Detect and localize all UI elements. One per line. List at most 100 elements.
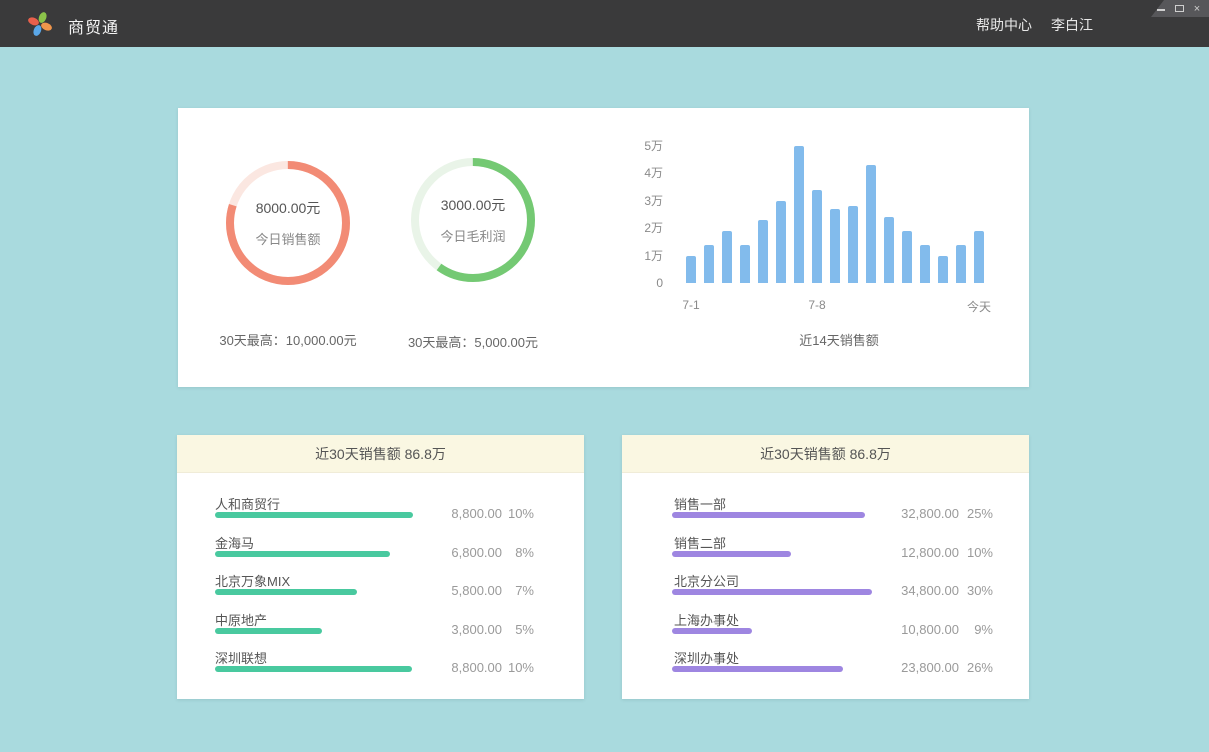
- rank-item-name: 上海办事处: [674, 610, 739, 629]
- rank-row: 深圳办事处 23,800.0026%: [622, 647, 1029, 686]
- bar: [686, 256, 696, 284]
- maximize-button[interactable]: [1174, 4, 1184, 14]
- rank-item-percent: 9%: [953, 622, 993, 637]
- sales-bar-chart: 0 1万 2万 3万 4万 5万 7-1 7-8 今天 近14天销售额: [623, 108, 1013, 368]
- bar: [722, 231, 732, 283]
- y-axis-tick: 2万: [623, 221, 663, 235]
- dept-rank-card: 近30天销售额 86.8万 销售一部 32,800.0025% 销售二部12,800…: [622, 435, 1029, 699]
- minimize-button[interactable]: [1156, 4, 1166, 14]
- rank-item-name: 销售一部: [674, 494, 726, 513]
- overview-card: 8000.00元 今日销售额 30天最高：10,000.00元 3000.00元…: [178, 108, 1029, 387]
- help-center-link[interactable]: 帮助中心: [976, 15, 1032, 35]
- rank-row: 北京万象MIX 5,800.007%: [177, 570, 584, 609]
- rank-card-header: 近30天销售额 86.8万: [622, 435, 1029, 473]
- username-menu[interactable]: 李白江: [1051, 15, 1093, 35]
- rank-card-header: 近30天销售额 86.8万: [177, 435, 584, 473]
- bar: [884, 217, 894, 283]
- y-axis-tick: 1万: [623, 249, 663, 263]
- rank-item-name: 深圳办事处: [674, 648, 739, 667]
- rank-row: 深圳联想 8,800.0010%: [177, 647, 584, 686]
- rank-item-name: 中原地产: [215, 610, 267, 629]
- y-axis-tick: 3万: [623, 194, 663, 208]
- x-axis-label: 今天: [967, 298, 991, 315]
- rank-item-value: 6,800.00: [412, 545, 502, 560]
- rank-item-name: 人和商贸行: [215, 494, 280, 513]
- profit-30d-max: 30天最高：5,000.00元: [363, 332, 583, 351]
- rank-item-percent: 30%: [953, 583, 993, 598]
- rank-item-percent: 8%: [498, 545, 534, 560]
- today-profit-value: 3000.00元: [441, 195, 506, 215]
- rank-item-bar: [215, 666, 412, 672]
- bar: [902, 231, 912, 283]
- bar: [776, 201, 786, 284]
- titlebar: 商贸通 帮助中心 李白江 ×: [0, 0, 1209, 47]
- y-axis-tick: 5万: [623, 139, 663, 153]
- today-sales-value: 8000.00元: [256, 198, 321, 218]
- rank-row: 销售一部 32,800.0025%: [622, 493, 1029, 532]
- rank-item-percent: 25%: [953, 506, 993, 521]
- rank-item-bar: [672, 666, 843, 672]
- rank-item-bar: [215, 512, 413, 518]
- rank-item-name: 深圳联想: [215, 648, 267, 667]
- top-navigation: 帮助中心 李白江: [976, 15, 1093, 35]
- rank-item-value: 8,800.00: [412, 506, 502, 521]
- rank-item-bar: [672, 512, 865, 518]
- rank-item-percent: 7%: [498, 583, 534, 598]
- rank-card-title: 近30天销售额 86.8万: [760, 444, 891, 464]
- bar-chart-title: 近14天销售额: [686, 330, 992, 349]
- app-logo-icon: [27, 11, 53, 37]
- rank-item-bar: [672, 628, 752, 634]
- y-axis-tick: 4万: [623, 166, 663, 180]
- rank-item-name: 金海马: [215, 533, 254, 552]
- rank-row: 人和商贸行 8,800.0010%: [177, 493, 584, 532]
- rank-item-bar: [215, 551, 390, 557]
- bar: [830, 209, 840, 283]
- rank-item-percent: 10%: [953, 545, 993, 560]
- rank-item-value: 8,800.00: [412, 660, 502, 675]
- window-controls: ×: [1151, 0, 1209, 17]
- rank-row: 上海办事处 10,800.009%: [622, 609, 1029, 648]
- bar: [974, 231, 984, 283]
- rank-item-value: 23,800.00: [869, 660, 959, 675]
- rank-row: 中原地产 3,800.005%: [177, 609, 584, 648]
- rank-row: 销售二部12,800.0010%: [622, 532, 1029, 571]
- rank-item-value: 3,800.00: [412, 622, 502, 637]
- close-button[interactable]: ×: [1192, 4, 1202, 14]
- rank-item-bar: [672, 589, 872, 595]
- today-sales-label: 今日销售额: [255, 229, 320, 248]
- x-axis-label: 7-8: [808, 298, 825, 312]
- today-profit-donut: 3000.00元 今日毛利润: [409, 156, 537, 284]
- bar: [920, 245, 930, 284]
- bar: [866, 165, 876, 283]
- rank-item-value: 5,800.00: [412, 583, 502, 598]
- rank-item-percent: 26%: [953, 660, 993, 675]
- bar: [938, 256, 948, 284]
- rank-item-percent: 10%: [498, 660, 534, 675]
- today-profit-label: 今日毛利润: [440, 226, 505, 245]
- app-title: 商贸通: [68, 14, 119, 38]
- rank-item-bar: [672, 551, 791, 557]
- rank-list: 销售一部 32,800.0025% 销售二部12,800.0010%北京分公司34,…: [622, 473, 1029, 686]
- bar: [740, 245, 750, 284]
- rank-list: 人和商贸行8,800.0010%金海马6,800.008%北京万象MIX5,80…: [177, 473, 584, 686]
- bar: [956, 245, 966, 284]
- rank-item-value: 12,800.00: [869, 545, 959, 560]
- rank-item-percent: 5%: [498, 622, 534, 637]
- customer-rank-card: 近30天销售额 86.8万 人和商贸行8,800.0010%金海马6,800.0…: [177, 435, 584, 699]
- x-axis-label: 7-1: [682, 298, 699, 312]
- rank-item-value: 34,800.00: [869, 583, 959, 598]
- rank-item-name: 北京万象MIX: [215, 571, 290, 590]
- rank-item-value: 32,800.00: [869, 506, 959, 521]
- y-axis-tick: 0: [623, 276, 663, 290]
- today-sales-donut: 8000.00元 今日销售额: [224, 159, 352, 287]
- rank-item-value: 10,800.00: [869, 622, 959, 637]
- rank-item-bar: [215, 589, 357, 595]
- rank-card-title: 近30天销售额 86.8万: [315, 444, 446, 464]
- rank-row: 北京分公司34,800.0030%: [622, 570, 1029, 609]
- rank-item-bar: [215, 628, 322, 634]
- sales-bar-chart-plot: [686, 132, 992, 283]
- bar: [758, 220, 768, 283]
- rank-item-percent: 10%: [498, 506, 534, 521]
- bar: [704, 245, 714, 284]
- rank-row: 金海马 6,800.008%: [177, 532, 584, 571]
